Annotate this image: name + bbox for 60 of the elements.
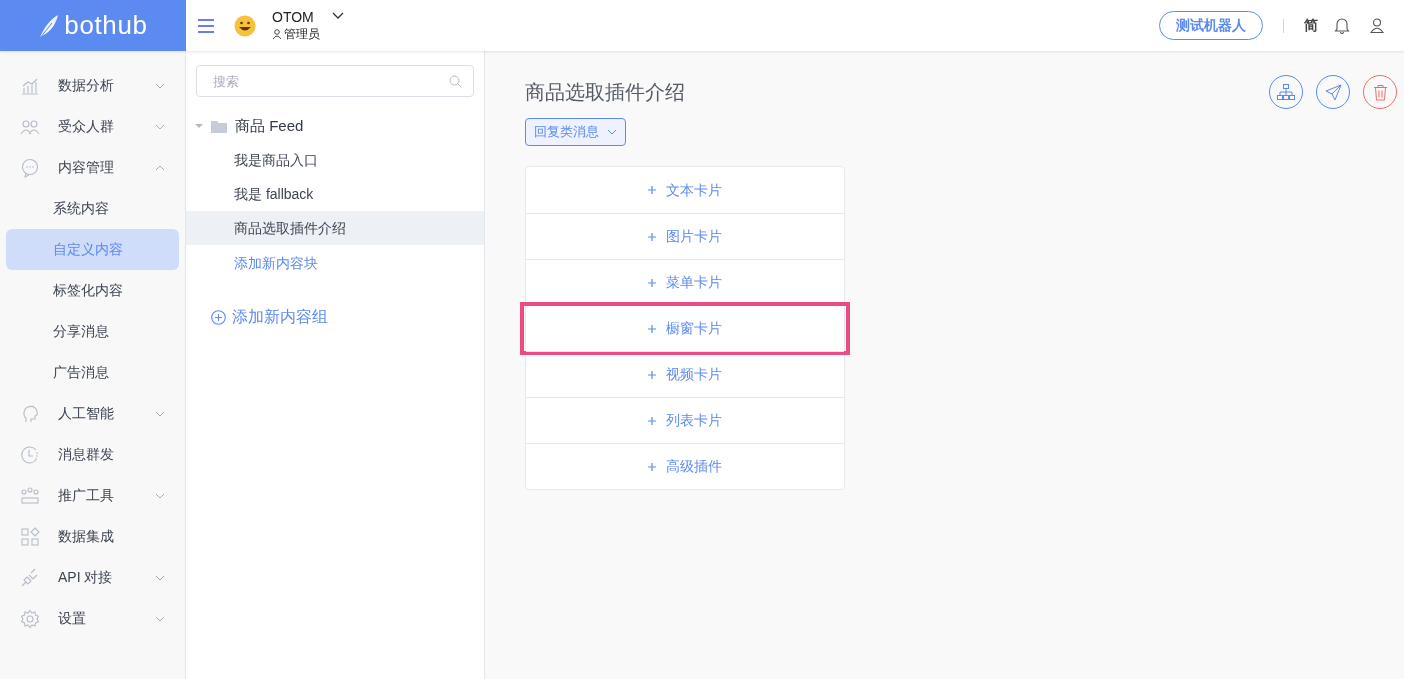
hierarchy-icon: [1277, 84, 1295, 100]
sidebar-item[interactable]: 数据分析: [6, 65, 179, 106]
add-card-button[interactable]: 菜单卡片: [526, 260, 844, 305]
folder-icon: [211, 119, 227, 133]
plus-icon: [648, 462, 656, 471]
plus-icon: [648, 324, 656, 333]
search-field[interactable]: 搜索: [196, 65, 474, 97]
plus-icon: [648, 278, 656, 287]
caret-down-icon: [195, 122, 203, 130]
plus-icon: [648, 186, 656, 194]
add-card-button[interactable]: 文本卡片: [526, 167, 844, 213]
bell-icon[interactable]: [1334, 17, 1350, 34]
add-card-button[interactable]: 视频卡片: [526, 352, 844, 397]
sidebar-subitem[interactable]: 标签化内容: [6, 270, 179, 311]
smiley-icon: [234, 14, 256, 37]
sidebar-item[interactable]: 数据集成: [6, 516, 179, 557]
sidebar-item[interactable]: 消息群发: [6, 434, 179, 475]
menu-icon[interactable]: [198, 18, 214, 33]
clock-icon: [20, 444, 40, 465]
plus-icon: [648, 370, 656, 379]
sidebar-subitem[interactable]: 广告消息: [6, 352, 179, 393]
plus-circle-icon: [211, 309, 226, 325]
content-block-item[interactable]: 我是商品入口: [186, 143, 484, 177]
content-block-item[interactable]: 商品选取插件介绍: [186, 211, 484, 245]
logo-text: bothub: [64, 9, 148, 42]
add-card-button[interactable]: 高级插件: [526, 444, 844, 489]
trash-icon: [1372, 83, 1388, 101]
user-icon[interactable]: [1370, 18, 1384, 33]
sidebar-item[interactable]: 人工智能: [6, 393, 179, 434]
gear-icon: [20, 608, 40, 629]
content-block-item[interactable]: 我是 fallback: [186, 177, 484, 211]
account-name: OTOM: [272, 9, 315, 27]
page-title: 商品选取插件介绍: [525, 80, 685, 105]
user-icon: [272, 29, 282, 40]
plus-icon: [648, 416, 656, 425]
head-icon: [20, 403, 40, 424]
chat-icon: [20, 157, 40, 178]
add-block-link[interactable]: 添加新内容块: [186, 245, 484, 281]
chevron-down-icon[interactable]: [332, 12, 344, 20]
add-card-button[interactable]: 图片卡片: [526, 214, 844, 259]
add-card-button[interactable]: 列表卡片: [526, 398, 844, 443]
chevron-down-icon: [607, 129, 617, 135]
podium-icon: [20, 485, 40, 506]
feather-icon: [38, 12, 61, 39]
language-toggle[interactable]: 简: [1304, 15, 1318, 36]
sidebar-item[interactable]: 受众人群: [6, 106, 179, 147]
plug-icon: [20, 567, 40, 588]
search-icon: [449, 75, 462, 88]
sidebar-item[interactable]: API 对接: [6, 557, 179, 598]
sidebar-subitem[interactable]: 系统内容: [6, 188, 179, 229]
grid-icon: [20, 526, 40, 547]
send-icon: [1324, 83, 1342, 101]
account-role: 管理员: [284, 26, 320, 42]
add-card-button[interactable]: 橱窗卡片: [526, 306, 844, 351]
sidebar-item[interactable]: 内容管理: [6, 147, 179, 188]
plus-icon: [648, 232, 656, 241]
sidebar-item[interactable]: 设置: [6, 598, 179, 639]
folder-item[interactable]: 商品 Feed: [186, 109, 484, 143]
sidebar-item[interactable]: 推广工具: [6, 475, 179, 516]
sidebar-subitem[interactable]: 分享消息: [6, 311, 179, 352]
